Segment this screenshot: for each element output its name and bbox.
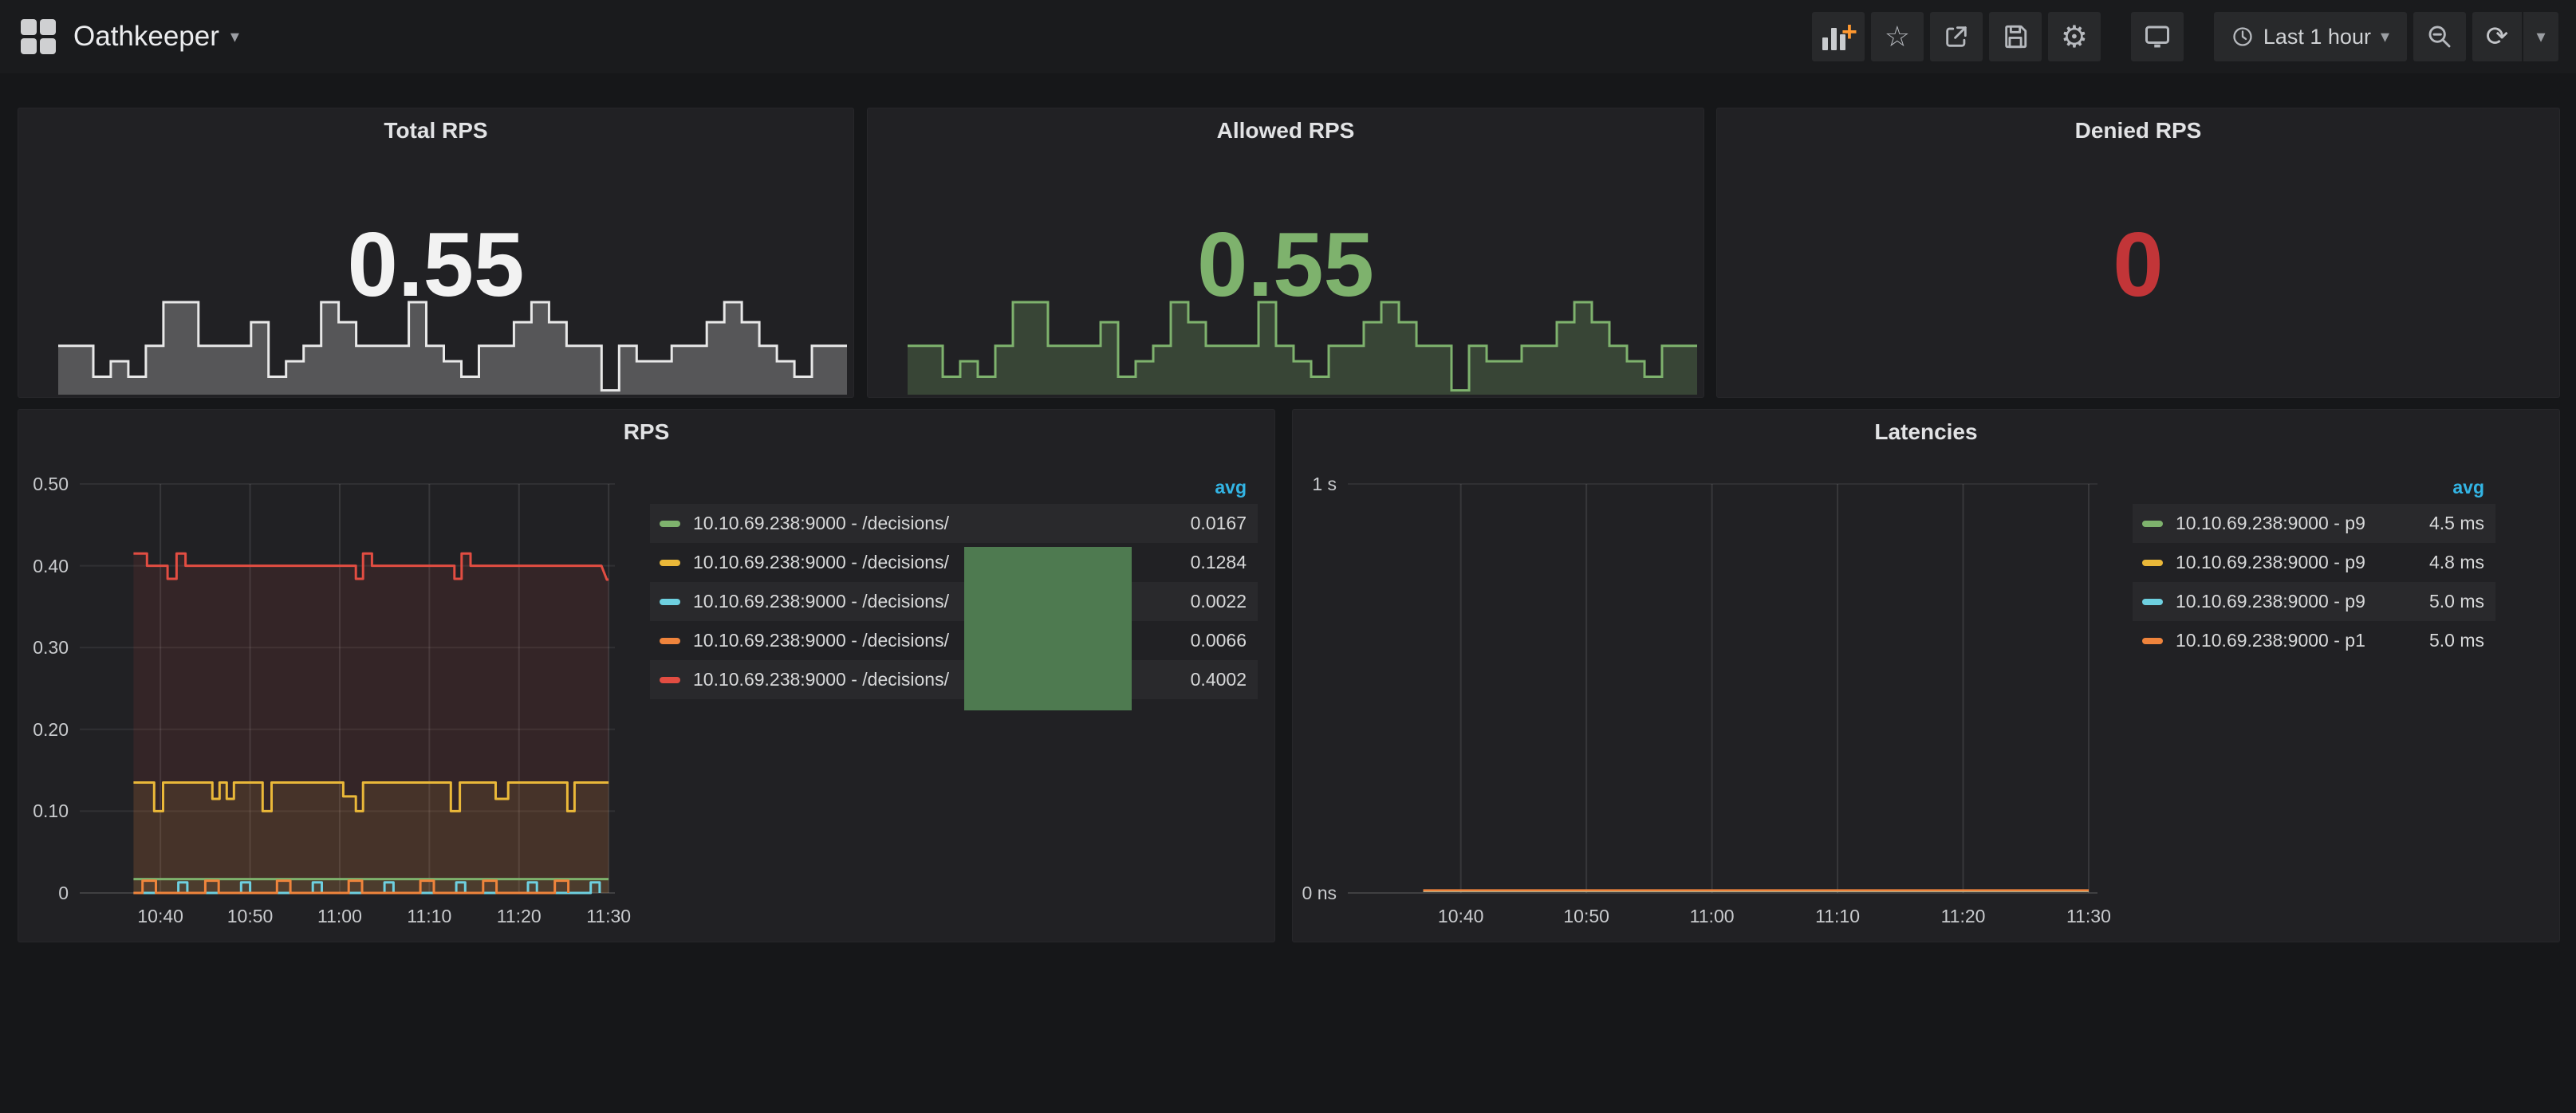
y-axis-tick: 0.20 (11, 719, 69, 741)
panel-total-rps: Total RPS 0.55 (18, 108, 854, 398)
grafana-dashboard: Oathkeeper ▾ + ☆ (0, 0, 2576, 1113)
x-axis-tick: 10:50 (227, 906, 274, 927)
x-axis-tick: 10:50 (1563, 906, 1609, 927)
time-range-picker[interactable]: Last 1 hour ▾ (2214, 12, 2407, 61)
monitor-icon (2143, 22, 2172, 51)
panel-rps-graph: RPS avg10.10.69.238:9000 - /decisions/0.… (18, 409, 1275, 942)
panel-denied-rps: Denied RPS 0 (1716, 108, 2560, 398)
navbar-left: Oathkeeper ▾ (21, 19, 239, 54)
y-axis-tick: 0.40 (11, 556, 69, 577)
x-axis-tick: 11:30 (586, 906, 631, 927)
chevron-down-icon[interactable]: ▾ (230, 26, 239, 47)
share-dashboard-button[interactable] (1930, 12, 1983, 61)
grid-square (21, 38, 37, 54)
sparkline (908, 297, 1697, 395)
x-axis-tick: 11:30 (2066, 906, 2111, 927)
refresh-interval-dropdown[interactable]: ▾ (2522, 12, 2558, 61)
add-panel-icon: + (1822, 23, 1854, 50)
time-range-label: Last 1 hour (2263, 25, 2371, 49)
navbar: Oathkeeper ▾ + ☆ (0, 0, 2576, 73)
grid-square (40, 38, 56, 54)
share-icon (1943, 23, 1970, 50)
stat-value: 0 (1717, 220, 2559, 311)
y-axis-tick: 0 (11, 883, 69, 904)
chevron-down-icon: ▾ (2536, 26, 2545, 47)
refresh-dashboard-button[interactable]: ⟳ (2472, 12, 2522, 61)
x-axis-tick: 11:20 (497, 906, 542, 927)
redaction-overlay (964, 547, 1132, 710)
chart-plot[interactable] (1293, 410, 2559, 942)
sparkline (58, 297, 847, 395)
panel-latencies-graph: Latencies avg10.10.69.238:9000 - p904.5 … (1292, 409, 2560, 942)
save-dashboard-button[interactable] (1989, 12, 2042, 61)
save-icon (2002, 23, 2029, 50)
navbar-toolbar: + ☆ ⚙ (1812, 12, 2558, 61)
y-axis-tick: 0.50 (11, 474, 69, 495)
refresh-icon: ⟳ (2486, 21, 2509, 53)
zoom-out-time-button[interactable] (2413, 12, 2466, 61)
add-panel-button[interactable]: + (1812, 12, 1865, 61)
x-axis-tick: 10:40 (137, 906, 183, 927)
star-icon: ☆ (1885, 20, 1910, 53)
panel-title[interactable]: Allowed RPS (868, 118, 1704, 144)
refresh-button-group: ⟳ ▾ (2472, 12, 2558, 61)
y-axis-tick: 1 s (1279, 474, 1337, 495)
x-axis-tick: 10:40 (1438, 906, 1484, 927)
dashboard-title[interactable]: Oathkeeper (73, 21, 219, 53)
x-axis-tick: 11:00 (1690, 906, 1735, 927)
dashboards-grid-icon[interactable] (21, 19, 56, 54)
clock-icon (2231, 26, 2254, 48)
panel-allowed-rps: Allowed RPS 0.55 (867, 108, 1704, 398)
x-axis-tick: 11:10 (1815, 906, 1860, 927)
y-axis-tick: 0.30 (11, 637, 69, 659)
grid-square (21, 19, 37, 35)
y-axis-tick: 0 ns (1279, 883, 1337, 904)
cycle-view-mode-button[interactable] (2131, 12, 2184, 61)
grid-square (40, 19, 56, 35)
gear-icon: ⚙ (2061, 19, 2088, 55)
panel-title[interactable]: Denied RPS (1717, 118, 2559, 144)
panel-title[interactable]: Total RPS (18, 118, 853, 144)
chevron-down-icon: ▾ (2381, 26, 2389, 47)
x-axis-tick: 11:00 (317, 906, 362, 927)
x-axis-tick: 11:10 (407, 906, 451, 927)
y-axis-tick: 0.10 (11, 800, 69, 822)
zoom-out-icon (2426, 23, 2453, 50)
x-axis-tick: 11:20 (1941, 906, 1986, 927)
dashboard-settings-button[interactable]: ⚙ (2048, 12, 2101, 61)
star-dashboard-button[interactable]: ☆ (1871, 12, 1924, 61)
